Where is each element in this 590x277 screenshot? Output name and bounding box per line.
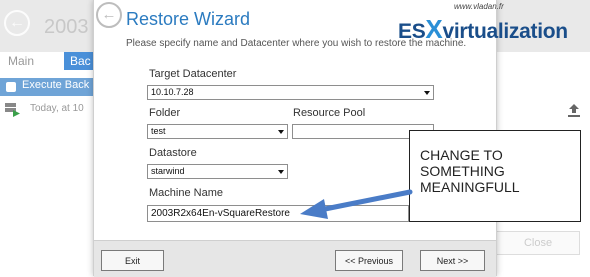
status-text: Today, at 10	[30, 103, 84, 114]
chevron-down-icon	[278, 170, 284, 174]
chevron-down-icon	[424, 91, 430, 95]
folder-select[interactable]: test	[147, 124, 288, 139]
logo-x: X	[425, 14, 443, 44]
tab-main[interactable]: Main	[8, 52, 34, 70]
previous-button[interactable]: << Previous	[335, 250, 403, 271]
datastore-select[interactable]: starwind	[147, 164, 288, 179]
folder-label: Folder	[149, 107, 181, 119]
close-button[interactable]: Close	[496, 231, 580, 255]
wizard-title: Restore Wizard	[126, 9, 251, 29]
background-back-icon[interactable]: ←	[4, 10, 30, 36]
annotation-line: MEANINGFULL	[420, 179, 520, 195]
logo-prefix: ES	[398, 20, 426, 43]
background-title: 2003	[44, 16, 89, 38]
logo-suffix: virtualization	[442, 20, 568, 43]
logo-url: www.vladan.fr	[454, 2, 504, 11]
resource-pool-label: Resource Pool	[293, 107, 366, 119]
folder-value: test	[151, 126, 166, 136]
target-datacenter-value: 10.10.7.28	[151, 87, 194, 97]
server-status-icon	[5, 103, 20, 117]
annotation-line: CHANGE TO	[420, 147, 503, 163]
annotation-line: SOMETHING	[420, 163, 505, 179]
esxvirtualization-logo: ESXvirtualization	[398, 14, 568, 45]
target-datacenter-label: Target Datacenter	[149, 68, 237, 80]
target-datacenter-select[interactable]: 10.10.7.28	[147, 85, 434, 100]
chevron-down-icon	[278, 130, 284, 134]
upload-icon[interactable]	[566, 102, 582, 118]
annotation-arrow-icon	[300, 189, 413, 219]
execute-icon	[6, 82, 16, 92]
machine-name-label: Machine Name	[149, 187, 223, 199]
annotation-callout: CHANGE TO SOMETHING MEANINGFULL	[409, 130, 581, 222]
exit-button[interactable]: Exit	[101, 250, 164, 271]
next-button[interactable]: Next >>	[420, 250, 485, 271]
wizard-back-icon[interactable]: ←	[96, 2, 122, 28]
datastore-label: Datastore	[149, 147, 197, 159]
execute-backup-label: Execute Back	[22, 79, 90, 91]
datastore-value: starwind	[151, 166, 185, 176]
